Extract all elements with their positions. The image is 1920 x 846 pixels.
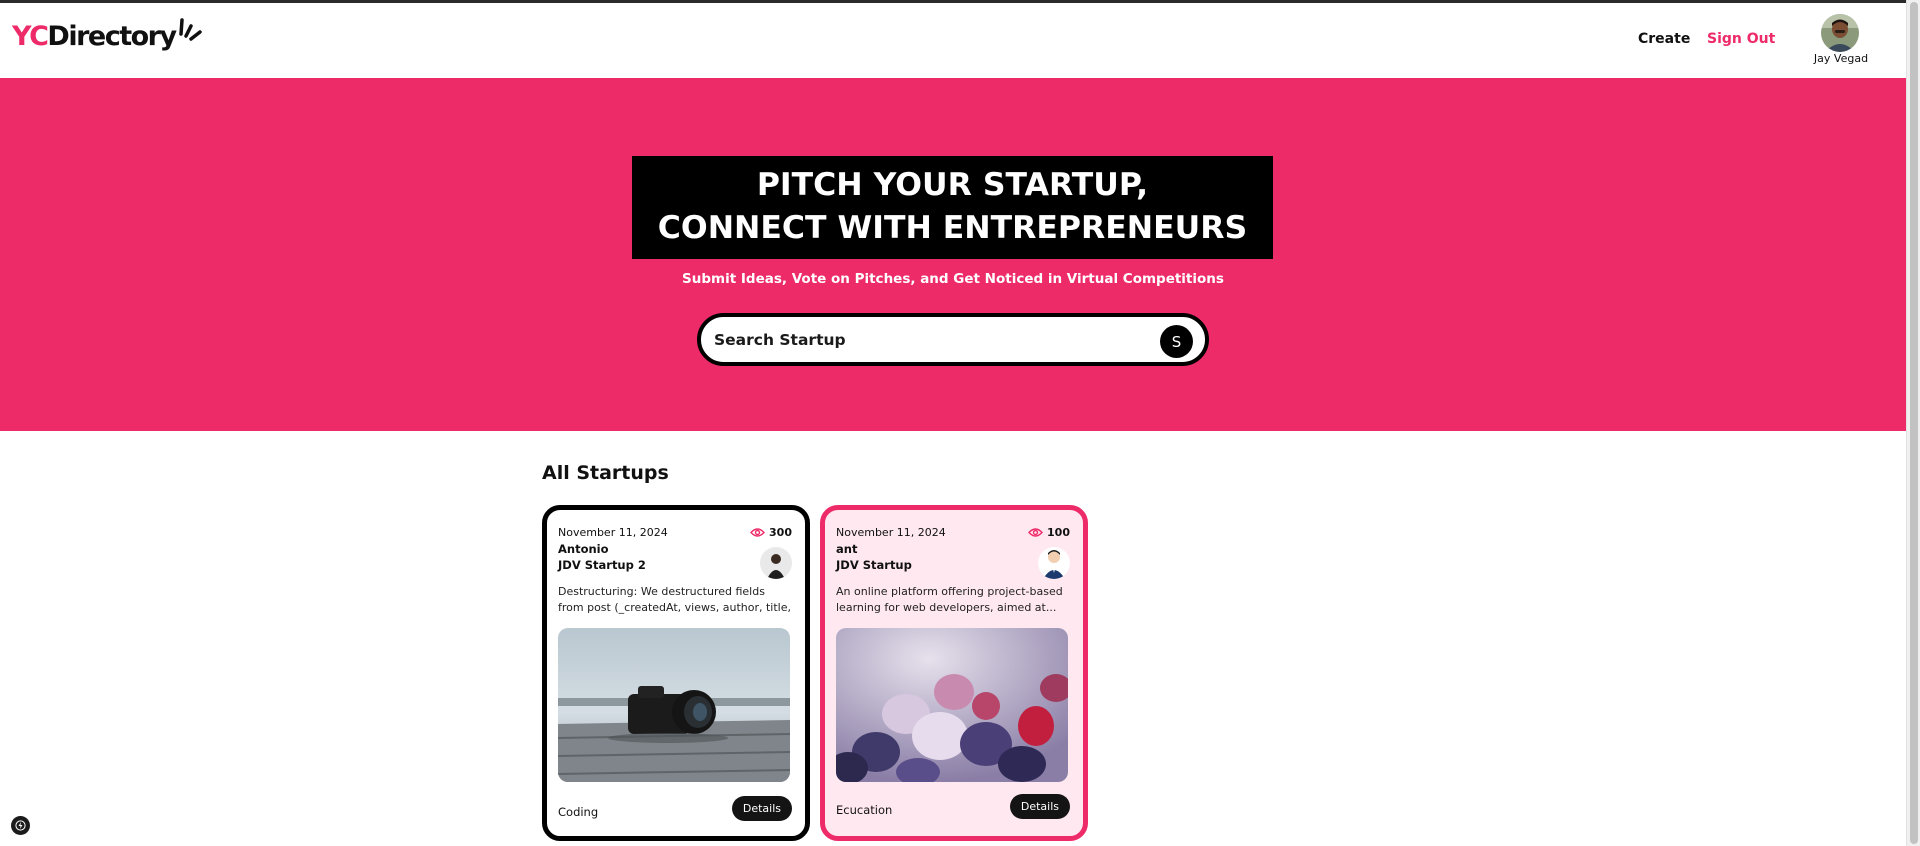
- camera-photo-icon: [558, 628, 790, 782]
- card-title[interactable]: JDV Startup 2: [558, 558, 646, 572]
- logo-rays-icon: [178, 18, 202, 41]
- card-category[interactable]: Ecucation: [836, 803, 892, 817]
- logo[interactable]: YC Directory: [12, 18, 204, 52]
- author-avatar-icon: [760, 547, 792, 579]
- card-author[interactable]: Antonio: [558, 542, 609, 556]
- logo-yc-text: YC: [12, 21, 49, 52]
- frozen-berries-photo-icon: [836, 628, 1068, 782]
- hero-subheading: Submit Ideas, Vote on Pitches, and Get N…: [682, 271, 1224, 287]
- section-title: All Startups: [542, 462, 669, 484]
- logo-directory-text: Directory: [47, 21, 177, 52]
- card-author-avatar[interactable]: [1038, 547, 1070, 579]
- startup-card: November 11, 2024 100 ant JDV Startup An…: [820, 505, 1088, 841]
- card-views-count: 100: [1047, 526, 1070, 539]
- card-views: 100: [1028, 526, 1070, 539]
- card-image[interactable]: [558, 628, 790, 782]
- card-description: An online platform offering project-base…: [836, 585, 1063, 614]
- card-views: 300: [750, 526, 792, 539]
- details-button[interactable]: Details: [1009, 794, 1070, 819]
- page-scrollbar[interactable]: [1906, 0, 1920, 846]
- card-description: Destructuring: We destructured fields fr…: [558, 585, 791, 614]
- card-image[interactable]: [836, 628, 1068, 782]
- hero-section: PITCH YOUR STARTUP, CONNECT WITH ENTREPR…: [0, 78, 1906, 431]
- card-author[interactable]: ant: [836, 542, 857, 556]
- details-button-label: Details: [742, 802, 781, 815]
- card-category[interactable]: Coding: [558, 805, 598, 819]
- startup-card: November 11, 2024 300 Antonio JDV Startu…: [542, 505, 810, 841]
- user-name: Jay Vegad: [1813, 52, 1869, 65]
- card-date: November 11, 2024: [558, 526, 668, 539]
- details-button[interactable]: Details: [731, 796, 792, 821]
- search-button[interactable]: S: [1160, 325, 1193, 358]
- hero-heading: PITCH YOUR STARTUP, CONNECT WITH ENTREPR…: [632, 156, 1273, 259]
- sign-out-button[interactable]: Sign Out: [1707, 31, 1775, 47]
- lightning-icon: [15, 820, 26, 831]
- create-link[interactable]: Create: [1638, 31, 1690, 47]
- dev-tools-badge[interactable]: [11, 816, 30, 835]
- hero-heading-line1: PITCH YOUR STARTUP,: [756, 167, 1149, 203]
- hero-heading-line2: CONNECT WITH ENTREPRENEURS: [657, 210, 1248, 246]
- details-button-label: Details: [1020, 800, 1059, 813]
- navbar: YC Directory Create Sign Out Jay Vegad: [0, 3, 1906, 78]
- card-date: November 11, 2024: [836, 526, 946, 539]
- card-author-avatar[interactable]: [760, 547, 792, 579]
- search-form: S: [697, 313, 1209, 366]
- eye-icon: [750, 528, 765, 537]
- card-title[interactable]: JDV Startup: [836, 558, 912, 572]
- user-avatar[interactable]: [1821, 14, 1859, 52]
- scrollbar-thumb[interactable]: [1910, 2, 1918, 844]
- eye-icon: [1028, 528, 1043, 537]
- author-avatar-icon: [1038, 547, 1070, 579]
- search-button-label: S: [1171, 332, 1182, 351]
- card-views-count: 300: [769, 526, 792, 539]
- search-input[interactable]: [714, 327, 1134, 353]
- user-avatar-photo-icon: [1821, 14, 1859, 52]
